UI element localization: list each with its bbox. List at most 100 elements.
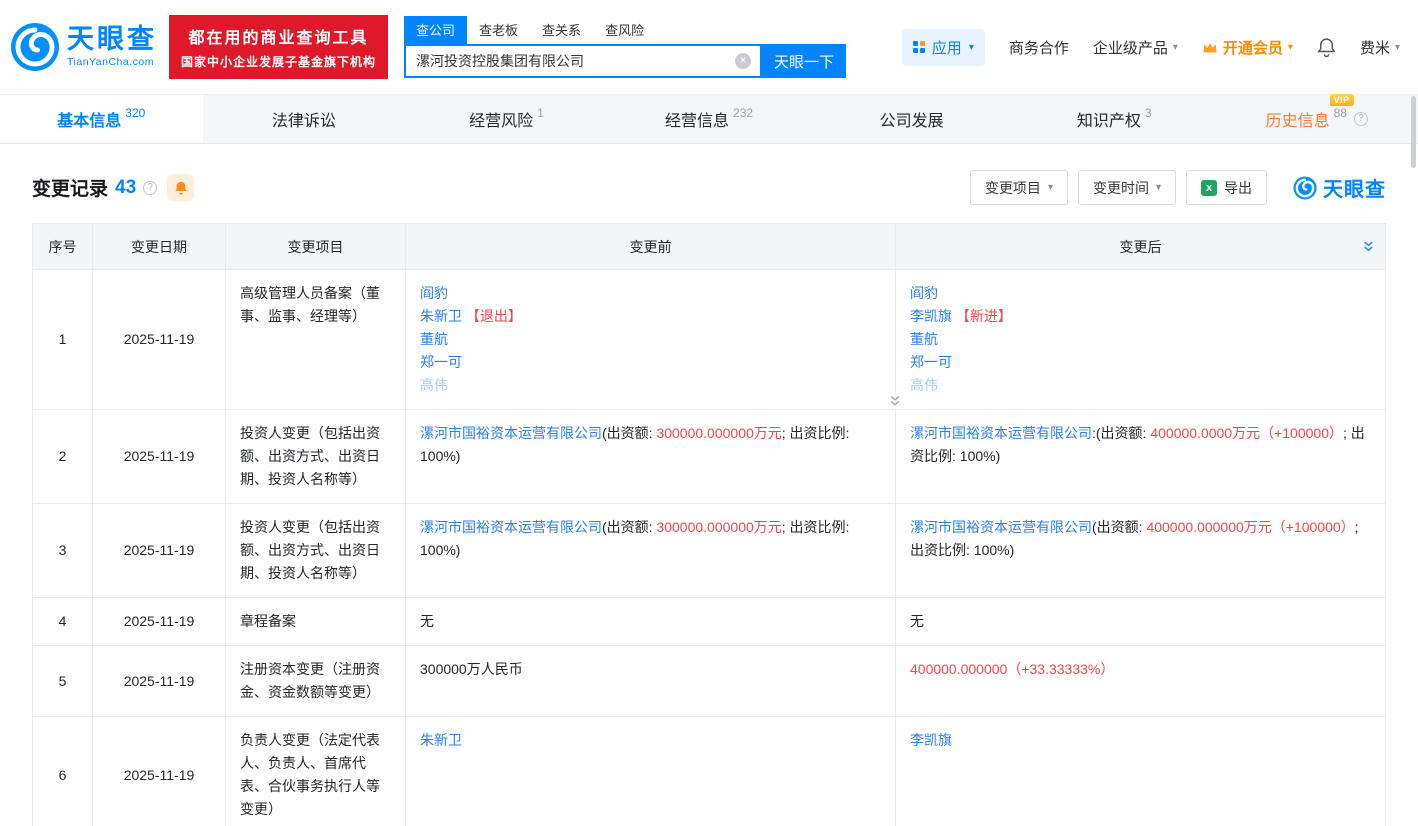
header-date: 变更日期: [93, 224, 226, 270]
cell-text: (出资额:: [1092, 519, 1146, 535]
cell-line: 漯河市国裕资本运营有限公司(出资额: 300000.000000万元; 出资比例…: [420, 422, 881, 468]
section-title: 变更记录: [32, 174, 108, 201]
filter-change-item-dropdown[interactable]: 变更项目 ▾: [970, 170, 1068, 205]
chevron-down-icon: ▾: [1156, 182, 1161, 193]
main-tab-1[interactable]: 法律诉讼: [203, 95, 406, 143]
main-tab-4[interactable]: 公司发展: [810, 95, 1013, 143]
entity-link[interactable]: 高伟: [420, 377, 448, 393]
section-controls: 变更项目 ▾ 变更时间 ▾ x 导出 天眼查: [970, 170, 1386, 205]
tianyancha-logo[interactable]: 天眼查 TianYanCha.com: [10, 22, 157, 72]
entity-link[interactable]: 郑一可: [420, 354, 462, 370]
subscribe-bell-button[interactable]: [167, 174, 194, 201]
cell-text: 无: [910, 613, 924, 629]
change-date: 2025-11-19: [93, 717, 226, 826]
change-date: 2025-11-19: [93, 646, 226, 717]
after-cell: 400000.000000（+33.33333%）: [896, 646, 1386, 717]
export-label: 导出: [1224, 178, 1252, 198]
row-no: 3: [33, 504, 93, 598]
logo-swirl-icon: [1293, 176, 1317, 200]
search-tab-0[interactable]: 查公司: [404, 16, 467, 44]
header-item: 变更项目: [226, 224, 406, 270]
change-table-body: 12025-11-19高级管理人员备案（董事、监事、经理等）阎豹朱新卫 【退出】…: [33, 270, 1386, 826]
apps-label: 应用: [932, 37, 962, 58]
apps-menu[interactable]: 应用 ▾: [902, 29, 985, 66]
cell-line: 李凯旗 【新进】: [910, 305, 1371, 328]
search-tab-2[interactable]: 查关系: [530, 16, 593, 44]
entity-link[interactable]: 漯河市国裕资本运营有限公司: [910, 425, 1092, 441]
tianyancha-watermark: 天眼查: [1293, 173, 1386, 202]
change-date: 2025-11-19: [93, 504, 226, 598]
row-no: 4: [33, 598, 93, 646]
change-row-3: 32025-11-19投资人变更（包括出资额、出资方式、出资日期、投资人名称等）…: [33, 504, 1386, 598]
entity-link[interactable]: 漯河市国裕资本运营有限公司: [420, 425, 602, 441]
scrollbar[interactable]: [1411, 96, 1416, 168]
main-tab-3[interactable]: 经营信息232: [608, 95, 811, 143]
entity-link[interactable]: 阎豹: [420, 285, 448, 301]
cell-text: 300000.000000万元: [656, 519, 781, 535]
chevron-down-icon: ▾: [1173, 42, 1178, 53]
help-icon[interactable]: ?: [1354, 112, 1368, 126]
entity-link[interactable]: 漯河市国裕资本运营有限公司: [910, 519, 1092, 535]
main-tab-6[interactable]: 历史信息VIP88?: [1215, 95, 1418, 143]
change-item: 投资人变更（包括出资额、出资方式、出资日期、投资人名称等）: [226, 410, 406, 504]
main-tab-2[interactable]: 经营风险1: [405, 95, 608, 143]
search-button[interactable]: 天眼一下: [762, 44, 846, 78]
brand-name: 天眼查: [67, 26, 157, 53]
chevron-down-icon: ▾: [969, 42, 974, 53]
vip-membership-menu[interactable]: 开通会员 ▾: [1202, 37, 1293, 58]
after-cell: 李凯旗: [896, 717, 1386, 826]
enterprise-products-menu[interactable]: 企业级产品 ▾: [1093, 37, 1178, 58]
cell-line: 漯河市国裕资本运营有限公司:(出资额: 400000.0000万元（+10000…: [910, 422, 1371, 468]
main-tab-5[interactable]: 知识产权3: [1013, 95, 1216, 143]
page: 天眼查 TianYanCha.com 都在用的商业查询工具 国家中小企业发展子基…: [0, 0, 1418, 826]
export-button[interactable]: x 导出: [1186, 170, 1267, 205]
cell-text: 400000.0000万元（+100000）: [1150, 425, 1343, 441]
filter-change-time-dropdown[interactable]: 变更时间 ▾: [1078, 170, 1176, 205]
change-item: 负责人变更（法定代表人、负责人、首席代表、合伙事务执行人等变更）: [226, 717, 406, 826]
change-date: 2025-11-19: [93, 598, 226, 646]
cell-line: 郑一可: [910, 351, 1371, 374]
entity-link[interactable]: 董航: [420, 331, 448, 347]
business-cooperation-link[interactable]: 商务合作: [1009, 37, 1069, 58]
main-tab-count: 3: [1145, 106, 1152, 120]
change-item: 章程备案: [226, 598, 406, 646]
notifications-bell-icon[interactable]: [1317, 37, 1336, 58]
search-input[interactable]: [406, 53, 735, 69]
entity-link[interactable]: 董航: [910, 331, 938, 347]
main-tab-0[interactable]: 基本信息320: [0, 95, 203, 143]
entity-link[interactable]: 高伟: [910, 377, 938, 393]
row-no: 2: [33, 410, 93, 504]
search-tab-3[interactable]: 查风险: [593, 16, 656, 44]
entity-link[interactable]: 漯河市国裕资本运营有限公司: [420, 519, 602, 535]
main-tab-count: 320: [125, 106, 145, 120]
clear-search-icon[interactable]: ×: [735, 53, 751, 69]
apps-grid-icon: [913, 41, 925, 53]
help-icon[interactable]: ?: [143, 181, 157, 195]
logo-text: 天眼查 TianYanCha.com: [67, 26, 157, 68]
after-cell: 漯河市国裕资本运营有限公司(出资额: 400000.000000万元（+1000…: [896, 504, 1386, 598]
cell-line: 300000万人民币: [420, 658, 881, 681]
business-cooperation-label: 商务合作: [1009, 37, 1069, 58]
collapse-all-icon[interactable]: [1362, 240, 1375, 253]
change-row-6: 62025-11-19负责人变更（法定代表人、负责人、首席代表、合伙事务执行人等…: [33, 717, 1386, 826]
entity-link[interactable]: 李凯旗: [910, 732, 952, 748]
entity-link[interactable]: 朱新卫: [420, 308, 462, 324]
search-tab-1[interactable]: 查老板: [467, 16, 530, 44]
before-cell: 朱新卫: [406, 717, 896, 826]
before-cell: 漯河市国裕资本运营有限公司(出资额: 300000.000000万元; 出资比例…: [406, 410, 896, 504]
table-header-row: 序号 变更日期 变更项目 变更前 变更后: [33, 224, 1386, 270]
enterprise-products-label: 企业级产品: [1093, 37, 1168, 58]
vip-label: 开通会员: [1223, 37, 1283, 58]
user-menu[interactable]: 费米 ▾: [1360, 37, 1400, 58]
change-record-table: 序号 变更日期 变更项目 变更前 变更后: [32, 223, 1386, 826]
entity-link[interactable]: 朱新卫: [420, 732, 462, 748]
before-cell: 无: [406, 598, 896, 646]
entity-link[interactable]: 阎豹: [910, 285, 938, 301]
main-tab-label: 公司发展: [880, 107, 944, 131]
entity-link[interactable]: 郑一可: [910, 354, 952, 370]
cell-text: 300000.000000万元: [656, 425, 781, 441]
cell-line: 郑一可: [420, 351, 881, 374]
change-item: 投资人变更（包括出资额、出资方式、出资日期、投资人名称等）: [226, 504, 406, 598]
entity-link[interactable]: 李凯旗: [910, 308, 952, 324]
row-no: 5: [33, 646, 93, 717]
